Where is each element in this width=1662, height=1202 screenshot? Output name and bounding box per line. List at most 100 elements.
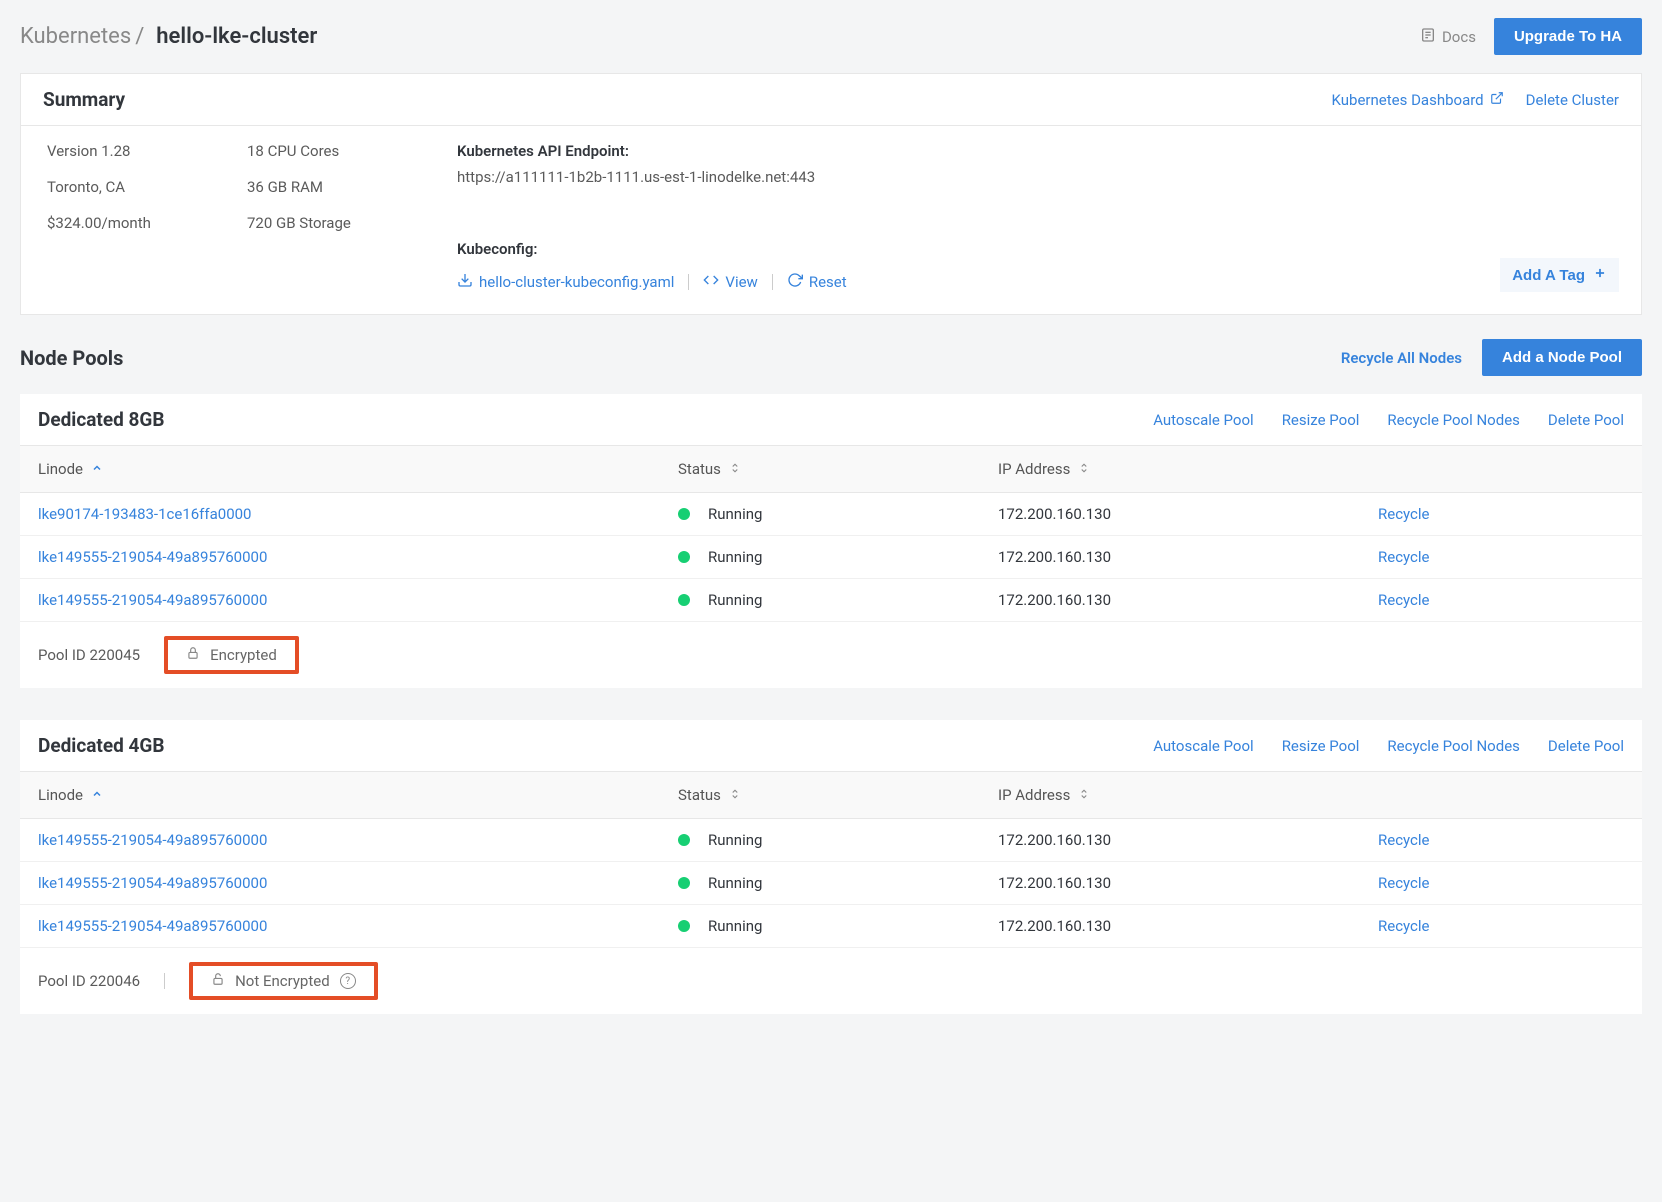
upgrade-ha-button[interactable]: Upgrade To HA <box>1494 18 1642 55</box>
table-row: lke149555-219054-49a895760000 Running 17… <box>20 579 1642 622</box>
column-status[interactable]: Status <box>678 786 998 804</box>
kubeconfig-view-link[interactable]: View <box>703 272 757 292</box>
summary-header: Summary Kubernetes Dashboard Delete Clus… <box>21 74 1641 126</box>
node-link[interactable]: lke149555-219054-49a895760000 <box>38 591 267 609</box>
status-dot-icon <box>678 877 690 889</box>
kubeconfig-row: hello-cluster-kubeconfig.yaml View <box>457 272 1615 292</box>
document-icon <box>1420 27 1436 47</box>
sort-asc-icon <box>91 786 103 804</box>
add-tag-button[interactable]: Add A Tag <box>1500 258 1619 292</box>
divider <box>164 973 165 989</box>
add-tag-label: Add A Tag <box>1512 267 1585 284</box>
recycle-pool-nodes-link[interactable]: Recycle Pool Nodes <box>1387 737 1519 755</box>
summary-col-3: Kubernetes API Endpoint: https://a111111… <box>457 142 1615 292</box>
node-pools-header: Node Pools Recycle All Nodes Add a Node … <box>0 339 1662 394</box>
sort-icon <box>729 786 741 804</box>
status-dot-icon <box>678 551 690 563</box>
breadcrumb-slash: / <box>135 24 144 49</box>
recycle-node-link[interactable]: Recycle <box>1378 917 1624 935</box>
node-link[interactable]: lke149555-219054-49a895760000 <box>38 874 267 892</box>
storage-value: 720 GB Storage <box>247 214 457 232</box>
dashboard-link-label: Kubernetes Dashboard <box>1332 91 1484 109</box>
table-row: lke149555-219054-49a895760000 Running 17… <box>20 905 1642 948</box>
breadcrumb-parent[interactable]: Kubernetes <box>20 24 131 49</box>
download-icon <box>457 272 473 292</box>
api-endpoint-value: https://a111111-1b2b-1111.us-est-1-linod… <box>457 168 1615 186</box>
pool-title: Dedicated 8GB <box>38 408 165 431</box>
sort-icon <box>729 460 741 478</box>
autoscale-pool-link[interactable]: Autoscale Pool <box>1153 411 1254 429</box>
add-node-pool-button[interactable]: Add a Node Pool <box>1482 339 1642 376</box>
pool-id: Pool ID 220046 <box>38 972 140 990</box>
column-ip[interactable]: IP Address <box>998 460 1378 478</box>
status-dot-icon <box>678 508 690 520</box>
header-actions: Docs Upgrade To HA <box>1420 18 1642 55</box>
pool-title: Dedicated 4GB <box>38 734 165 757</box>
node-link[interactable]: lke149555-219054-49a895760000 <box>38 831 267 849</box>
breadcrumb: Kubernetes / hello-lke-cluster <box>20 24 317 49</box>
ram-value: 36 GB RAM <box>247 178 457 196</box>
sort-icon <box>1078 460 1090 478</box>
autoscale-pool-link[interactable]: Autoscale Pool <box>1153 737 1254 755</box>
ip-address: 172.200.160.130 <box>998 874 1111 892</box>
ip-address: 172.200.160.130 <box>998 548 1111 566</box>
breadcrumb-current: hello-lke-cluster <box>156 24 317 49</box>
pool-footer: Pool ID 220046 Not Encrypted ? <box>20 948 1642 1014</box>
encryption-label: Encrypted <box>210 646 277 664</box>
recycle-pool-nodes-link[interactable]: Recycle Pool Nodes <box>1387 411 1519 429</box>
node-pools-title: Node Pools <box>20 346 123 370</box>
recycle-node-link[interactable]: Recycle <box>1378 505 1624 523</box>
version-value: Version 1.28 <box>47 142 247 160</box>
recycle-node-link[interactable]: Recycle <box>1378 591 1624 609</box>
column-ip[interactable]: IP Address <box>998 786 1378 804</box>
pool-footer: Pool ID 220045 Encrypted <box>20 622 1642 688</box>
recycle-node-link[interactable]: Recycle <box>1378 548 1624 566</box>
ip-address: 172.200.160.130 <box>998 505 1111 523</box>
status-text: Running <box>708 505 762 523</box>
node-link[interactable]: lke90174-193483-1ce16ffa0000 <box>38 505 252 523</box>
status-dot-icon <box>678 594 690 606</box>
pool-actions: Autoscale Pool Resize Pool Recycle Pool … <box>1153 737 1624 755</box>
column-status[interactable]: Status <box>678 460 998 478</box>
node-link[interactable]: lke149555-219054-49a895760000 <box>38 917 267 935</box>
status-dot-icon <box>678 834 690 846</box>
kubeconfig-reset-link[interactable]: Reset <box>787 272 847 292</box>
pool-header: Dedicated 8GB Autoscale Pool Resize Pool… <box>20 394 1642 445</box>
recycle-node-link[interactable]: Recycle <box>1378 874 1624 892</box>
kubernetes-dashboard-link[interactable]: Kubernetes Dashboard <box>1332 91 1504 109</box>
table-row: lke149555-219054-49a895760000 Running 17… <box>20 862 1642 905</box>
recycle-all-nodes-link[interactable]: Recycle All Nodes <box>1341 349 1462 367</box>
resize-pool-link[interactable]: Resize Pool <box>1282 411 1360 429</box>
column-linode[interactable]: Linode <box>38 460 678 478</box>
delete-cluster-link[interactable]: Delete Cluster <box>1526 91 1619 109</box>
summary-col-2: 18 CPU Cores 36 GB RAM 720 GB Storage <box>247 142 457 292</box>
refresh-icon <box>787 272 803 292</box>
help-icon[interactable]: ? <box>340 973 356 989</box>
external-link-icon <box>1490 91 1504 109</box>
resize-pool-link[interactable]: Resize Pool <box>1282 737 1360 755</box>
reset-label: Reset <box>809 273 847 291</box>
docs-link[interactable]: Docs <box>1420 27 1476 47</box>
lock-closed-icon <box>186 646 200 664</box>
column-linode[interactable]: Linode <box>38 786 678 804</box>
delete-pool-link[interactable]: Delete Pool <box>1548 737 1624 755</box>
pool-table-header: Linode Status IP Address <box>20 445 1642 493</box>
summary-links: Kubernetes Dashboard Delete Cluster <box>1332 91 1619 109</box>
docs-label: Docs <box>1442 28 1476 46</box>
status-text: Running <box>708 591 762 609</box>
node-pool-panel: Dedicated 8GB Autoscale Pool Resize Pool… <box>20 394 1642 688</box>
delete-pool-link[interactable]: Delete Pool <box>1548 411 1624 429</box>
price-value: $324.00/month <box>47 214 247 232</box>
kubeconfig-block: Kubeconfig: hello-cluster-kubeconfig.yam… <box>457 240 1615 292</box>
pool-actions: Autoscale Pool Resize Pool Recycle Pool … <box>1153 411 1624 429</box>
kubeconfig-file-label: hello-cluster-kubeconfig.yaml <box>479 273 674 291</box>
recycle-node-link[interactable]: Recycle <box>1378 831 1624 849</box>
api-endpoint-block: Kubernetes API Endpoint: https://a111111… <box>457 142 1615 186</box>
node-link[interactable]: lke149555-219054-49a895760000 <box>38 548 267 566</box>
page-header: Kubernetes / hello-lke-cluster Docs Upgr… <box>0 0 1662 73</box>
cpu-value: 18 CPU Cores <box>247 142 457 160</box>
status-text: Running <box>708 917 762 935</box>
divider <box>772 274 773 290</box>
sort-asc-icon <box>91 460 103 478</box>
kubeconfig-download-link[interactable]: hello-cluster-kubeconfig.yaml <box>457 272 674 292</box>
